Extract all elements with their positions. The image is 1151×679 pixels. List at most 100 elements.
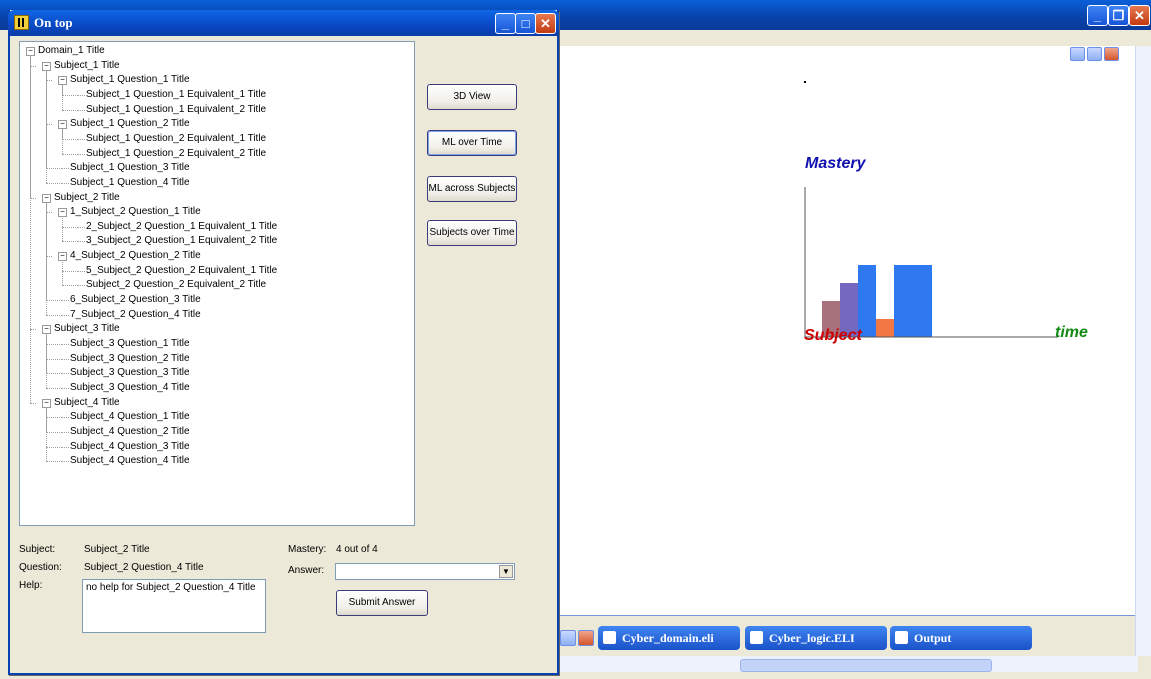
tree-node[interactable]: 2_Subject_2 Question_1 Equivalent_1 Titl… xyxy=(86,220,277,234)
ontop-titlebar: On top _ □ ✕ xyxy=(8,10,559,36)
tree-node-label: Subject_2 Title xyxy=(54,191,120,203)
tree-node-label: Subject_1 Question_1 Equivalent_2 Title xyxy=(86,103,267,115)
tree-node[interactable]: 3_Subject_2 Question_1 Equivalent_2 Titl… xyxy=(86,234,277,248)
tree-node[interactable]: Subject_3 Question_4 Title xyxy=(70,381,190,395)
mastery-value: 4 out of 4 xyxy=(336,544,378,555)
tree-node-label: Subject_4 Question_4 Title xyxy=(70,455,190,467)
tree-node-label: Subject_1 Question_4 Title xyxy=(70,176,190,188)
tree-connector xyxy=(46,387,62,389)
tree-connector xyxy=(46,461,62,463)
tab-close-button[interactable] xyxy=(578,630,594,646)
domain-tree[interactable]: Domain_1 Title − Subject_1 Title − Subject_1… xyxy=(19,41,415,526)
tree-connector xyxy=(46,201,47,315)
submit-answer-button[interactable]: Submit Answer xyxy=(336,590,428,616)
tree-node[interactable]: Subject_3 Title xyxy=(54,322,120,336)
tree-node[interactable]: Subject_3 Question_1 Title xyxy=(70,337,190,351)
3d-view-button[interactable]: 3D View xyxy=(427,84,517,110)
tree-node-label: 2_Subject_2 Question_1 Equivalent_1 Titl… xyxy=(86,220,278,232)
tree-node[interactable]: Domain_1 Title xyxy=(38,44,105,58)
ontop-close-button[interactable]: ✕ xyxy=(535,13,556,34)
tree-connector xyxy=(62,138,78,140)
tree-node-label: Subject_1 Question_2 Equivalent_1 Title xyxy=(86,132,267,144)
tree-connector xyxy=(62,260,63,286)
tree-node[interactable]: Subject_3 Question_2 Title xyxy=(70,352,190,366)
mdi-minimize-button[interactable] xyxy=(1070,47,1085,61)
tree-node[interactable]: 5_Subject_2 Question_2 Equivalent_1 Titl… xyxy=(86,264,277,278)
tree-node[interactable]: Subject_1 Question_1 Equivalent_1 Title xyxy=(86,88,266,102)
tree-node[interactable]: 6_Subject_2 Question_3 Title xyxy=(70,293,201,307)
document-icon xyxy=(750,631,763,644)
tree-node[interactable]: 1_Subject_2 Question_1 Title xyxy=(70,205,201,219)
tree-node-label: 7_Subject_2 Question_4 Title xyxy=(70,308,201,320)
document-icon xyxy=(603,631,616,644)
tree-connector xyxy=(78,285,85,287)
tree-node-label: 1_Subject_2 Question_1 Title xyxy=(70,206,201,218)
answer-label: Answer: xyxy=(288,565,325,576)
question-label: Question: xyxy=(19,562,62,573)
tree-node-label: Subject_4 Title xyxy=(54,396,120,408)
tree-connector xyxy=(46,300,62,302)
tree-connector xyxy=(46,417,62,419)
chart-bar xyxy=(876,319,894,337)
tree-connector xyxy=(30,402,36,404)
tree-connector xyxy=(46,344,62,345)
subject-value: Subject_2 Title xyxy=(84,544,150,555)
ml-across-subjects-button[interactable]: ML across Subjects xyxy=(427,176,517,202)
task-tab-domain[interactable]: Cyber_domain.eli xyxy=(598,626,740,650)
task-tab-output[interactable]: Output xyxy=(890,626,1032,650)
tab-restore-button[interactable] xyxy=(560,630,576,646)
tree-node[interactable]: Subject_1 Question_1 Equivalent_2 Title xyxy=(86,103,266,117)
tree-node-label: Subject_2 Question_2 Equivalent_2 Title xyxy=(86,279,267,291)
tree-node[interactable]: Subject_1 Question_2 Equivalent_2 Title xyxy=(86,147,266,161)
tree-node[interactable]: Subject_1 Question_3 Title xyxy=(70,161,190,175)
chart-bar xyxy=(894,265,932,337)
tree-node[interactable]: Subject_4 Title xyxy=(54,396,120,410)
tree-connector xyxy=(62,358,69,360)
help-textbox[interactable]: no help for Subject_2 Question_4 Title xyxy=(82,579,266,633)
tree-node-label: 3_Subject_2 Question_1 Equivalent_2 Titl… xyxy=(86,235,278,247)
close-button[interactable]: ✕ xyxy=(1129,5,1150,26)
vertical-scrollbar[interactable] xyxy=(1135,46,1151,656)
tree-connector xyxy=(62,84,63,110)
mdi-restore-button[interactable] xyxy=(1087,47,1102,61)
tree-node[interactable]: 7_Subject_2 Question_4 Title xyxy=(70,308,201,322)
tree-connector xyxy=(46,168,62,170)
answer-dropdown[interactable]: ▼ xyxy=(335,563,515,580)
tree-connector xyxy=(62,431,69,433)
ml-over-time-button[interactable]: ML over Time xyxy=(427,130,517,156)
ontop-minimize-button[interactable]: _ xyxy=(495,13,516,34)
mastery-label: Mastery: xyxy=(288,544,327,555)
task-tab-logic[interactable]: Cyber_logic.ELI xyxy=(745,626,887,650)
subjects-over-time-button[interactable]: Subjects over Time xyxy=(427,220,517,246)
minimize-button[interactable]: _ xyxy=(1087,5,1108,26)
tree-node[interactable]: Subject_2 Question_2 Equivalent_2 Title xyxy=(86,278,266,292)
tree-node[interactable]: Subject_4 Question_3 Title xyxy=(70,440,190,454)
tree-node[interactable]: Subject_4 Question_4 Title xyxy=(70,454,190,468)
tree-node[interactable]: Subject_1 Title xyxy=(54,59,120,73)
tree-connector xyxy=(78,270,85,272)
chevron-down-icon[interactable]: ▼ xyxy=(499,565,513,578)
tree-node[interactable]: Subject_1 Question_2 Title xyxy=(70,117,190,131)
mdi-close-button[interactable] xyxy=(1104,47,1119,61)
restore-button[interactable]: ❐ xyxy=(1108,5,1129,26)
horizontal-scroll-thumb[interactable] xyxy=(740,659,992,672)
tree-connector xyxy=(30,55,31,403)
tree-connector xyxy=(62,168,69,170)
tree-node[interactable]: Subject_4 Question_2 Title xyxy=(70,425,190,439)
ontop-maximize-button[interactable]: □ xyxy=(515,13,536,34)
tree-node[interactable]: Subject_4 Question_1 Title xyxy=(70,410,190,424)
tree-connector xyxy=(62,226,78,228)
ontop-title: On top xyxy=(34,15,73,30)
mastery-chart: Mastery time Subject xyxy=(804,81,1088,344)
tree-connector xyxy=(46,182,62,184)
tree-node[interactable]: Subject_1 Question_4 Title xyxy=(70,176,190,190)
tree-node[interactable]: Subject_3 Question_3 Title xyxy=(70,366,190,380)
tree-connector xyxy=(46,333,47,388)
tree-connector xyxy=(62,446,69,448)
task-label: Cyber_domain.eli xyxy=(622,631,714,645)
tree-node[interactable]: Subject_2 Title xyxy=(54,191,120,205)
tree-connector xyxy=(62,270,78,272)
tree-node[interactable]: Subject_1 Question_2 Equivalent_1 Title xyxy=(86,132,266,146)
tree-node[interactable]: 4_Subject_2 Question_2 Title xyxy=(70,249,201,263)
tree-node[interactable]: Subject_1 Question_1 Title xyxy=(70,73,190,87)
